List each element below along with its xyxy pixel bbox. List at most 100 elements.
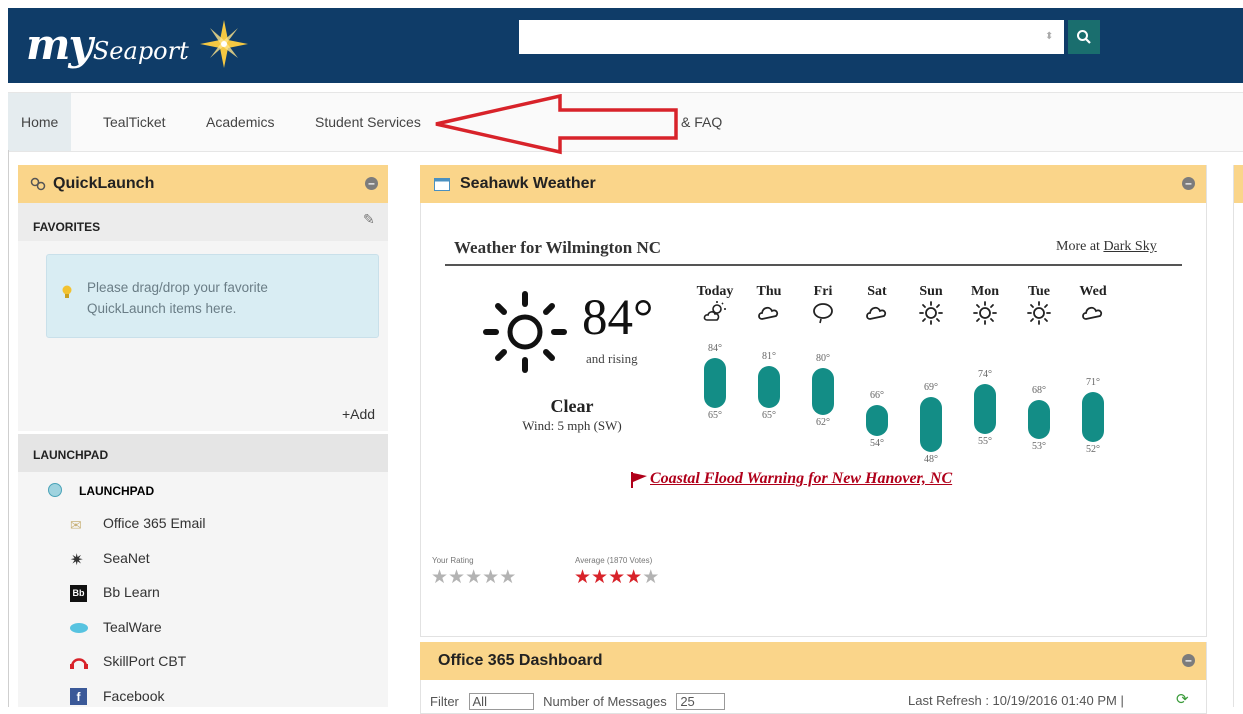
nav-home[interactable]: Home	[8, 93, 72, 151]
office365-toolbar: Filter All Number of Messages 25	[430, 693, 726, 710]
last-refresh-info: Last Refresh : 10/19/2016 01:40 PM |	[908, 693, 1124, 708]
forecast-low: 52°	[1086, 443, 1100, 455]
temperature-range-bar	[974, 384, 996, 434]
star-icon[interactable]: ★	[465, 566, 482, 588]
current-condition: Clear	[550, 396, 594, 416]
forecast-day: Sat	[852, 284, 902, 331]
forecast-high: 68°	[1032, 384, 1046, 396]
temperature-range-bar	[1082, 391, 1104, 442]
your-rating-label: Your Rating	[432, 556, 474, 565]
forecast-day-label: Today	[696, 284, 734, 299]
temperature-trend: and rising	[586, 351, 638, 366]
messages-count-select[interactable]: 25	[676, 693, 726, 710]
temperature-range-bar	[866, 405, 888, 437]
headset-icon	[70, 658, 88, 669]
forecast-day-label: Fri	[813, 284, 833, 299]
temperature-range-bar	[920, 397, 942, 452]
flag-icon	[631, 472, 647, 488]
partly-sunny-icon	[690, 300, 740, 331]
sun-icon	[906, 300, 956, 331]
left-border	[8, 150, 9, 707]
forecast-day: Mon	[960, 284, 1010, 331]
envelope-icon: ✉	[70, 517, 82, 533]
edit-icon[interactable]: ✎	[363, 211, 375, 228]
office365-panel-title: Office 365 Dashboard	[438, 652, 603, 669]
star-icon[interactable]: ★	[431, 566, 448, 588]
forecast-low: 55°	[978, 435, 992, 447]
wind-info: Wind: 5 mph (SW)	[522, 418, 622, 433]
forecast-high: 80°	[816, 353, 830, 365]
star-icon[interactable]: ★	[499, 566, 516, 588]
search-icon	[1077, 30, 1091, 44]
forecast-day: Today	[690, 284, 740, 331]
office365-panel-header: Office 365 Dashboard –	[420, 642, 1206, 680]
weather-divider	[445, 264, 1182, 266]
clear-sun-icon	[483, 291, 567, 373]
weather-collapse-button[interactable]: –	[1182, 177, 1195, 190]
myseaport-logo[interactable]: mySeaport	[26, 20, 248, 69]
nav-tealticket[interactable]: TealTicket	[90, 93, 179, 151]
forecast-low: 62°	[816, 417, 830, 429]
launchpad-group-label: LAUNCHPAD	[79, 484, 155, 498]
search-button[interactable]	[1068, 20, 1100, 54]
forecast-high: 66°	[870, 390, 884, 401]
facebook-icon: f	[70, 688, 87, 705]
launchpad-item-label: SkillPort CBT	[103, 653, 187, 669]
logo-seaport-text: Seaport	[92, 37, 189, 65]
forecast-day-label: Wed	[1079, 284, 1107, 299]
rain-icon	[798, 300, 848, 331]
lightbulb-icon	[62, 285, 72, 298]
favorites-section-header: FAVORITES ✎	[18, 203, 388, 241]
office365-collapse-button[interactable]: –	[1182, 654, 1195, 667]
forecast-day: Sun	[906, 284, 956, 331]
forecast-low: 65°	[708, 409, 722, 421]
average-rating-stars: ★★★★★	[574, 566, 659, 588]
temperature-range-bar	[1028, 399, 1050, 439]
search-input[interactable]	[519, 20, 1064, 54]
weather-panel-header: Seahawk Weather –	[420, 165, 1206, 203]
star-icon[interactable]: ★	[448, 566, 465, 588]
star-compass-icon: ✷	[70, 552, 84, 569]
launchpad-item-label: Facebook	[103, 688, 165, 704]
dark-sky-label: Dark Sky	[1103, 239, 1157, 254]
dark-sky-link[interactable]: More at Dark Sky	[1056, 239, 1157, 255]
forecast-day-label: Sat	[867, 284, 887, 299]
quicklaunch-title: QuickLaunch	[53, 175, 155, 192]
star-icon: ★	[625, 566, 643, 588]
temperature-range-bar	[758, 365, 780, 408]
nav-student-services[interactable]: Student Services	[302, 93, 434, 151]
favorites-label: FAVORITES	[33, 220, 101, 234]
star-icon: ★	[608, 566, 626, 588]
forecast-low: 65°	[762, 409, 776, 421]
launchpad-item-label: SeaNet	[103, 550, 150, 566]
top-header: mySeaport ⬍	[8, 8, 1243, 83]
favorites-drop-zone[interactable]: Please drag/drop your favorite QuickLaun…	[46, 254, 379, 338]
window-icon	[434, 178, 450, 191]
forecast-low: 53°	[1032, 440, 1046, 452]
add-favorite-button[interactable]: +Add	[342, 406, 375, 422]
compass-star-icon	[200, 20, 248, 68]
star-icon: ★	[574, 566, 592, 588]
star-icon: ★	[642, 566, 660, 588]
refresh-icon[interactable]: ⟳	[1176, 690, 1189, 708]
star-icon[interactable]: ★	[482, 566, 499, 588]
launchpad-item-label: TealWare	[103, 619, 162, 635]
logo-my-text: my	[26, 20, 93, 69]
right-panel-header-edge	[1234, 165, 1243, 203]
forecast-day-label: Sun	[919, 284, 943, 299]
forecast-high: 81°	[762, 350, 776, 362]
right-panel-edge	[1233, 165, 1243, 707]
nav-academics[interactable]: Academics	[193, 93, 287, 151]
your-rating-stars[interactable]: ★★★★★	[431, 566, 516, 588]
forecast-high: 84°	[708, 343, 722, 354]
weather-panel-title: Seahawk Weather	[460, 175, 596, 192]
flood-warning-text: Coastal Flood Warning for New Hanover, N…	[650, 470, 953, 487]
sun-icon	[960, 300, 1010, 331]
forecast-day-label: Tue	[1027, 284, 1051, 299]
quicklaunch-collapse-button[interactable]: –	[365, 177, 378, 190]
launchpad-item-label: Bb Learn	[103, 584, 160, 600]
current-temperature: 84°	[582, 290, 654, 346]
filter-select[interactable]: All	[468, 693, 534, 710]
forecast-high: 69°	[924, 382, 938, 394]
forecast-day-label: Mon	[971, 284, 999, 299]
